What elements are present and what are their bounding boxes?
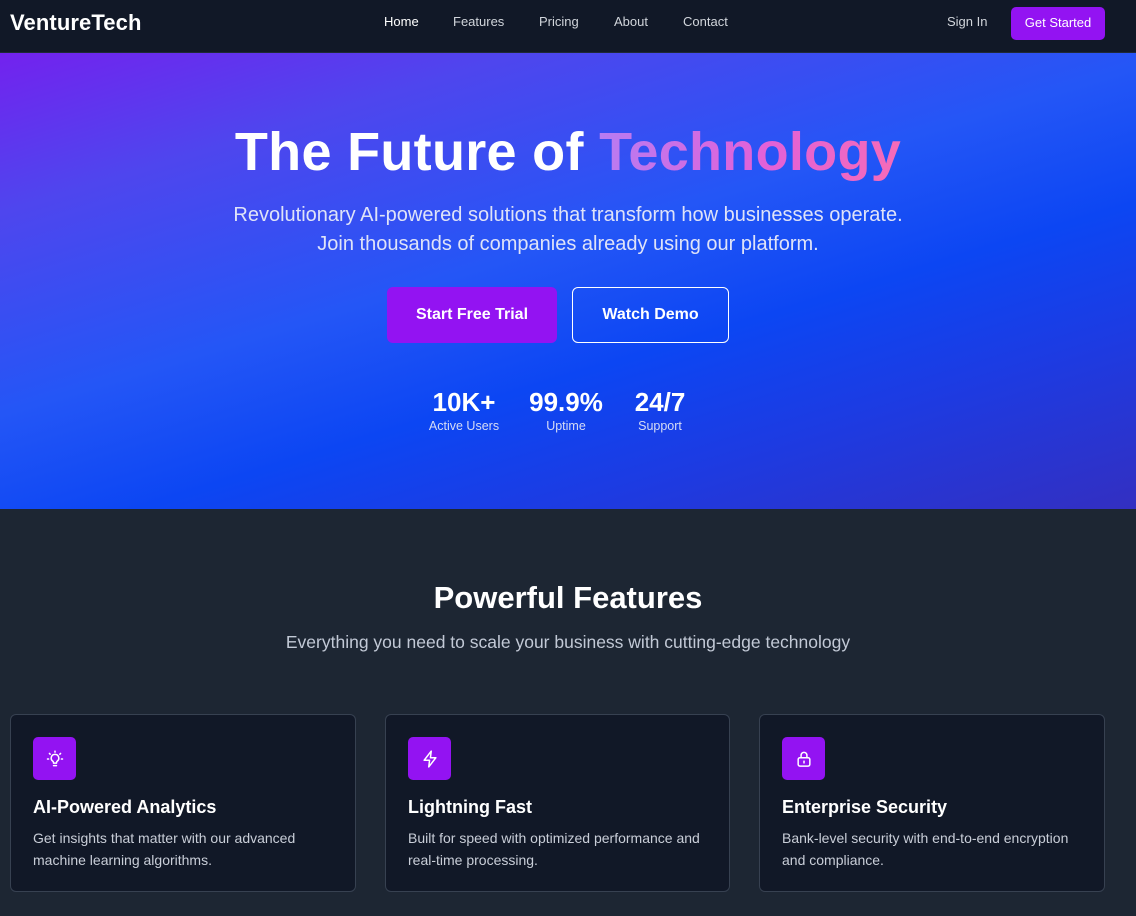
top-navbar: VentureTech Home Features Pricing About …: [0, 0, 1136, 53]
feature-card-description: Bank-level security with end-to-end encr…: [782, 830, 1069, 868]
hero-title-plain: The Future of: [234, 122, 584, 182]
feature-card-security: Enterprise Security Bank-level security …: [759, 714, 1105, 892]
get-started-button[interactable]: Get Started: [1011, 7, 1105, 40]
lightbulb-icon: [33, 737, 76, 780]
stat-support: 24/7 Support: [620, 387, 700, 433]
hero-title-highlight: Technology: [599, 122, 902, 182]
hero-title: The Future of Technology: [0, 121, 1136, 183]
feature-card-speed: Lightning Fast Built for speed with opti…: [385, 714, 730, 892]
stat-active-users: 10K+ Active Users: [424, 387, 504, 433]
nav-link-pricing[interactable]: Pricing: [539, 14, 579, 29]
stat-value: 99.9%: [529, 387, 603, 417]
feature-card-title: Enterprise Security: [782, 797, 948, 817]
feature-card-title: Lightning Fast: [408, 797, 532, 817]
watch-demo-button[interactable]: Watch Demo: [572, 287, 729, 343]
stat-value: 10K+: [432, 387, 496, 417]
features-subtitle: Everything you need to scale your busine…: [285, 632, 851, 652]
nav-link-features[interactable]: Features: [453, 14, 504, 29]
stat-label: Support: [638, 419, 682, 433]
hero-section: The Future of Technology Revolutionary A…: [0, 53, 1136, 509]
feature-card-title: AI-Powered Analytics: [33, 797, 217, 817]
features-title: Powerful Features: [433, 580, 703, 615]
nav-link-about[interactable]: About: [614, 14, 648, 29]
hero-subtitle: Revolutionary AI-powered solutions that …: [233, 204, 903, 255]
lock-icon: [782, 737, 825, 780]
nav-link-contact[interactable]: Contact: [683, 14, 728, 29]
feature-card-analytics: AI-Powered Analytics Get insights that m…: [10, 714, 356, 892]
feature-card-description: Built for speed with optimized performan…: [408, 830, 700, 868]
stat-value: 24/7: [634, 387, 686, 417]
stat-label: Active Users: [428, 419, 500, 433]
lightning-icon: [408, 737, 451, 780]
feature-card-description: Get insights that matter with our advanc…: [33, 830, 296, 868]
stat-uptime: 99.9% Uptime: [526, 387, 606, 433]
nav-link-home[interactable]: Home: [384, 14, 419, 29]
sign-in-link[interactable]: Sign In: [947, 14, 987, 29]
stat-label: Uptime: [546, 419, 586, 433]
start-free-trial-button[interactable]: Start Free Trial: [387, 287, 557, 343]
